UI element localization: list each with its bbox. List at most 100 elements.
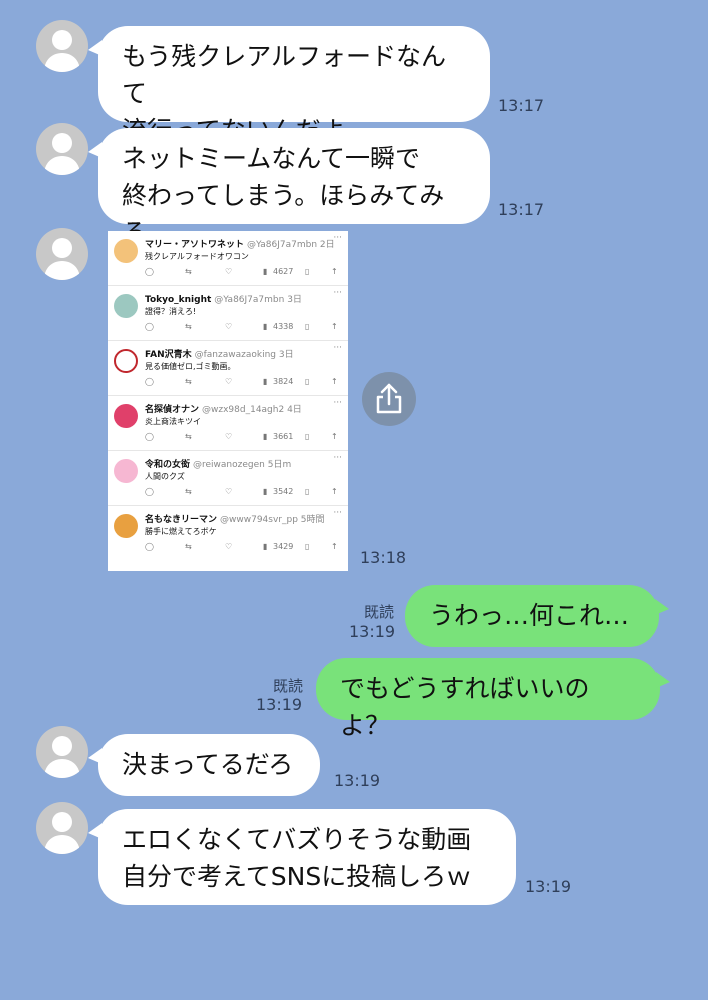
bookmark-icon: ▯ bbox=[305, 432, 310, 441]
more-icon: ··· bbox=[333, 343, 342, 353]
tweet-row: 令和の女衒 @reiwanozegen 5日m ··· 人間のクズ ◯ ⇆ ♡ ▮… bbox=[108, 451, 348, 506]
message-bubble[interactable]: うわっ…何これ… bbox=[405, 585, 669, 647]
tweet-row: マリー・アソトワネット @Ya86J7a7mbn 2日 ··· 残クレアルフォード… bbox=[108, 231, 348, 286]
tweet-name: 名探偵オナン bbox=[145, 405, 200, 415]
retweet-icon: ⇆ bbox=[185, 487, 192, 496]
tweet-avatar bbox=[114, 349, 138, 373]
shared-screenshot[interactable]: マリー・アソトワネット @Ya86J7a7mbn 2日 ··· 残クレアルフォード… bbox=[108, 231, 348, 571]
read-receipt: 既読 bbox=[363, 603, 394, 621]
tweet-name: 名もなきリーマン bbox=[145, 515, 218, 525]
tweet-handle: @reiwanozegen 5日m bbox=[193, 460, 292, 470]
like-icon: ♡ bbox=[225, 322, 233, 331]
avatar[interactable] bbox=[36, 20, 88, 72]
reply-icon: ◯ bbox=[145, 377, 154, 386]
tweet-body: 勝手に燃えてろボケ bbox=[145, 527, 217, 536]
tweet-row: FAN沢青木 @fanzawazaoking 3日 ··· 見る価値ゼロ,ゴミ動画… bbox=[108, 341, 348, 396]
tweet-handle: @Ya86J7a7mbn 3日 bbox=[214, 295, 302, 305]
tweet-share-icon: ↑ bbox=[331, 432, 338, 441]
tweet-share-icon: ↑ bbox=[331, 322, 338, 331]
tweet-avatar bbox=[114, 294, 138, 318]
views-count: 3824 bbox=[273, 377, 294, 386]
views-count: 4338 bbox=[273, 322, 294, 331]
bookmark-icon: ▯ bbox=[305, 487, 310, 496]
like-icon: ♡ bbox=[225, 432, 233, 441]
tweet-actions: ◯ ⇆ ♡ ▮ 4627 ▯ ↑ bbox=[145, 267, 341, 279]
retweet-icon: ⇆ bbox=[185, 432, 192, 441]
like-icon: ♡ bbox=[225, 377, 233, 386]
views-count: 3429 bbox=[273, 542, 294, 551]
tweet-body: 見る価値ゼロ,ゴミ動画。 bbox=[145, 362, 236, 371]
tweet-name: マリー・アソトワネット bbox=[145, 240, 245, 250]
views-icon: ▮ bbox=[263, 487, 268, 496]
tweet-body: 炎上商法キツイ bbox=[145, 417, 201, 426]
avatar[interactable] bbox=[36, 726, 88, 778]
tweet-handle: @www794svr_pp 5時間 bbox=[220, 515, 325, 525]
tweet-body: 残クレアルフォードオワコン bbox=[145, 252, 249, 261]
reply-icon: ◯ bbox=[145, 432, 154, 441]
bookmark-icon: ▯ bbox=[305, 542, 310, 551]
tweet-share-icon: ↑ bbox=[331, 487, 338, 496]
tweet-body: 證得？消えろ! bbox=[145, 307, 197, 316]
bookmark-icon: ▯ bbox=[305, 267, 310, 276]
share-icon[interactable] bbox=[362, 372, 416, 426]
tweet-handle: @fanzawazaoking 3日 bbox=[194, 350, 294, 360]
tweet-share-icon: ↑ bbox=[331, 542, 338, 551]
reply-icon: ◯ bbox=[145, 542, 154, 551]
like-icon: ♡ bbox=[225, 487, 233, 496]
more-icon: ··· bbox=[333, 508, 342, 518]
bookmark-icon: ▯ bbox=[305, 377, 310, 386]
tweet-actions: ◯ ⇆ ♡ ▮ 3824 ▯ ↑ bbox=[145, 377, 341, 389]
views-count: 4627 bbox=[273, 267, 294, 276]
avatar[interactable] bbox=[36, 228, 88, 280]
message-time: 13:19 bbox=[525, 877, 572, 896]
reply-icon: ◯ bbox=[145, 267, 154, 276]
message-time: 13:17 bbox=[498, 96, 545, 115]
like-icon: ♡ bbox=[225, 542, 233, 551]
tweet-handle: @wzx98d_14agh2 4日 bbox=[202, 405, 302, 415]
retweet-icon: ⇆ bbox=[185, 377, 192, 386]
tweet-share-icon: ↑ bbox=[331, 377, 338, 386]
retweet-icon: ⇆ bbox=[185, 542, 192, 551]
message-bubble[interactable]: もう残クレアルフォードなんて 流行ってないんだよ bbox=[88, 26, 490, 145]
views-icon: ▮ bbox=[263, 322, 268, 331]
reply-icon: ◯ bbox=[145, 322, 154, 331]
retweet-icon: ⇆ bbox=[185, 267, 192, 276]
tweet-name: FAN沢青木 bbox=[145, 350, 192, 360]
tweet-row: Tokyo_knight @Ya86J7a7mbn 3日 ··· 證得？消えろ! … bbox=[108, 286, 348, 341]
more-icon: ··· bbox=[333, 233, 342, 243]
message-bubble[interactable]: ネットミームなんて一瞬で 終わってしまう。ほらみてみろ bbox=[88, 128, 490, 247]
tweet-body: 人間のクズ bbox=[145, 472, 185, 481]
avatar[interactable] bbox=[36, 123, 88, 175]
tweet-actions: ◯ ⇆ ♡ ▮ 3429 ▯ ↑ bbox=[145, 542, 341, 554]
message-time: 13:19 bbox=[334, 771, 381, 790]
tweet-avatar bbox=[114, 404, 138, 428]
message-bubble[interactable]: 決まってるだろ bbox=[88, 734, 320, 796]
tweet-avatar bbox=[114, 459, 138, 483]
reply-icon: ◯ bbox=[145, 487, 154, 496]
views-count: 3542 bbox=[273, 487, 294, 496]
bookmark-icon: ▯ bbox=[305, 322, 310, 331]
message-time: 13:19 bbox=[256, 695, 303, 714]
more-icon: ··· bbox=[333, 453, 342, 463]
tweet-actions: ◯ ⇆ ♡ ▮ 3661 ▯ ↑ bbox=[145, 432, 341, 444]
tweet-row: 名もなきリーマン @www794svr_pp 5時間 ··· 勝手に燃えてろボケ … bbox=[108, 506, 348, 561]
views-icon: ▮ bbox=[263, 542, 268, 551]
message-time: 13:17 bbox=[498, 200, 545, 219]
views-icon: ▮ bbox=[263, 432, 268, 441]
more-icon: ··· bbox=[333, 398, 342, 408]
views-count: 3661 bbox=[273, 432, 294, 441]
tweet-name: 令和の女衒 bbox=[145, 460, 191, 470]
more-icon: ··· bbox=[333, 288, 342, 298]
tweet-avatar bbox=[114, 514, 138, 538]
message-bubble[interactable]: エロくなくてバズりそうな動画 自分で考えてSNSに投稿しろｗ bbox=[88, 809, 516, 905]
tweet-share-icon: ↑ bbox=[331, 267, 338, 276]
retweet-icon: ⇆ bbox=[185, 322, 192, 331]
like-icon: ♡ bbox=[225, 267, 233, 276]
views-icon: ▮ bbox=[263, 377, 268, 386]
tweet-actions: ◯ ⇆ ♡ ▮ 3542 ▯ ↑ bbox=[145, 487, 341, 499]
message-bubble[interactable]: でもどうすればいいのよ？ bbox=[316, 658, 670, 740]
tweet-row: 名探偵オナン @wzx98d_14agh2 4日 ··· 炎上商法キツイ ◯ ⇆ … bbox=[108, 396, 348, 451]
tweet-name: Tokyo_knight bbox=[145, 295, 212, 305]
avatar[interactable] bbox=[36, 802, 88, 854]
read-receipt: 既読 bbox=[272, 677, 303, 695]
